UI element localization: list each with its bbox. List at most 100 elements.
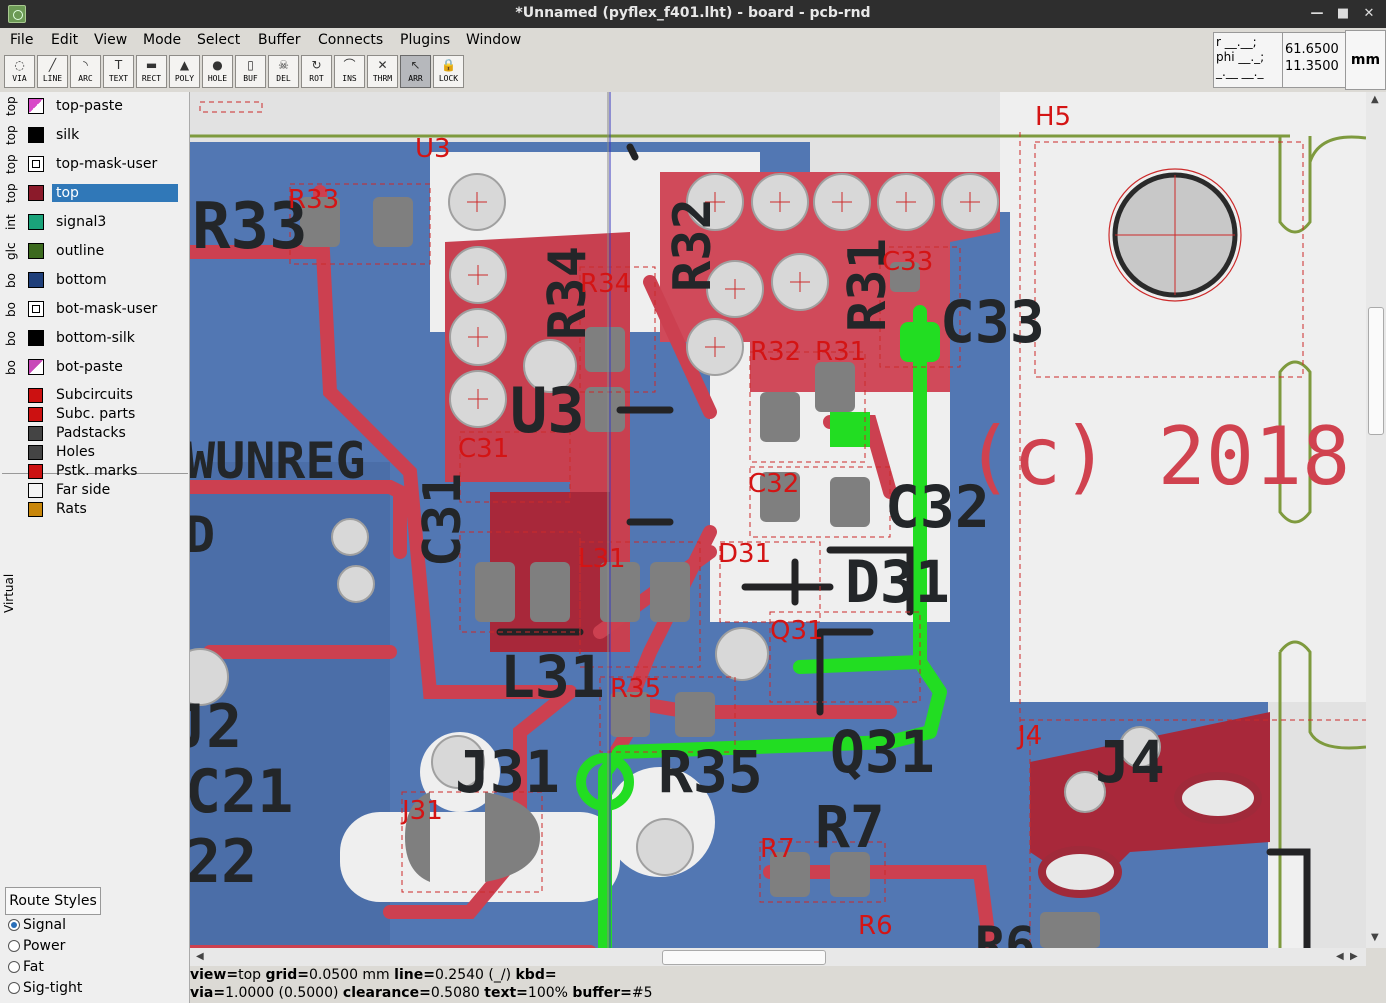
layer-row-bottom-silk[interactable]: bo bottom-silk	[0, 324, 189, 353]
layer-name[interactable]: top-paste	[52, 97, 178, 115]
menu-buffer[interactable]: Buffer	[258, 32, 301, 48]
layer-color-swatch[interactable]	[28, 214, 44, 230]
virtual-layer-subc-parts[interactable]: Subc. parts	[28, 405, 188, 424]
layer-row-bottom[interactable]: bo bottom	[0, 266, 189, 295]
tool-arr-button[interactable]: ↖ ARR	[400, 55, 431, 88]
virtual-layer-padstacks[interactable]: Padstacks	[28, 424, 188, 443]
layer-name[interactable]: bot-mask-user	[52, 300, 178, 318]
menu-edit[interactable]: Edit	[51, 32, 78, 48]
minimize-icon[interactable]: —	[1306, 3, 1328, 25]
scroll-down-icon[interactable]: ▼	[1371, 932, 1379, 943]
menu-view[interactable]: View	[94, 32, 127, 48]
horizontal-scroll-thumb[interactable]	[662, 950, 826, 965]
layer-color-swatch[interactable]	[28, 127, 44, 143]
radio-icon[interactable]	[8, 919, 20, 931]
layer-color-swatch[interactable]	[28, 426, 43, 441]
route-style-signal-radio[interactable]: Signal	[8, 915, 178, 935]
silk-label: D	[190, 506, 215, 564]
layer-color-swatch[interactable]	[28, 445, 43, 460]
virtual-layer-far-side[interactable]: Far side	[28, 481, 188, 500]
layer-group-label: top	[4, 125, 18, 146]
radio-icon[interactable]	[8, 940, 20, 952]
layer-name[interactable]: top	[52, 184, 178, 202]
board-canvas[interactable]: R33 R34 R32 R31 C33 U3 C31 C32 D31 Q31 L…	[190, 92, 1366, 948]
virtual-layer-subcircuits[interactable]: Subcircuits	[28, 386, 188, 405]
tool-rect-button[interactable]: ▬ RECT	[136, 55, 167, 88]
layer-row-bot-paste[interactable]: bo bot-paste	[0, 353, 189, 382]
tool-del-button[interactable]: ☠ DEL	[268, 55, 299, 88]
vertical-scroll-thumb[interactable]	[1368, 307, 1384, 435]
layer-name[interactable]: top-mask-user	[52, 155, 178, 173]
menu-file[interactable]: File	[10, 32, 33, 48]
layer-row-top[interactable]: top top	[0, 179, 189, 208]
layer-color-swatch[interactable]	[28, 243, 44, 259]
route-styles-button[interactable]: Route Styles	[5, 887, 101, 915]
virtual-layer-name: Pstk. marks	[56, 463, 138, 479]
radio-icon[interactable]	[8, 961, 20, 973]
tool-via-button[interactable]: ◌ VIA	[4, 55, 35, 88]
layer-row-outline[interactable]: glc outline	[0, 237, 189, 266]
layer-color-swatch[interactable]	[28, 502, 43, 517]
ref-label: J31	[400, 796, 443, 826]
layer-color-swatch[interactable]	[28, 483, 43, 498]
layer-name[interactable]: bot-paste	[52, 358, 178, 376]
layer-color-swatch[interactable]	[28, 301, 44, 317]
layer-color-swatch[interactable]	[28, 407, 43, 422]
tool-text-button[interactable]: T TEXT	[103, 55, 134, 88]
tool-thrm-button[interactable]: ✕ THRM	[367, 55, 398, 88]
layer-color-swatch[interactable]	[28, 272, 44, 288]
layer-row-signal3[interactable]: int signal3	[0, 208, 189, 237]
tool-buf-button[interactable]: ▯ BUF	[235, 55, 266, 88]
layer-row-bot-mask-user[interactable]: bo bot-mask-user	[0, 295, 189, 324]
layer-color-swatch[interactable]	[28, 464, 43, 479]
tool-poly-button[interactable]: ▲ POLY	[169, 55, 200, 88]
layer-name[interactable]: bottom-silk	[52, 329, 178, 347]
virtual-layer-holes[interactable]: Holes	[28, 443, 188, 462]
layer-color-swatch[interactable]	[28, 98, 44, 114]
layer-color-swatch[interactable]	[28, 156, 44, 172]
radio-icon[interactable]	[8, 982, 20, 994]
layer-row-top-mask-user[interactable]: top top-mask-user	[0, 150, 189, 179]
mode-toolbar: ◌ VIA ╱ LINE ◝ ARC T TEXT ▬ RECT ▲ POLY ● HOLE ▯ BUF ☠ DE…	[0, 52, 532, 92]
virtual-layer-pstk-marks[interactable]: Pstk. marks	[28, 462, 188, 481]
layer-color-swatch[interactable]	[28, 185, 44, 201]
layer-group-label: int	[4, 214, 18, 231]
route-style-sig-tight-radio[interactable]: Sig-tight	[8, 978, 178, 998]
scroll-up-icon[interactable]: ▲	[1371, 94, 1379, 105]
tool-rot-button[interactable]: ↻ ROT	[301, 55, 332, 88]
layer-name[interactable]: silk	[52, 126, 178, 144]
scroll-right-icon[interactable]: ▶	[1350, 951, 1358, 962]
maximize-icon[interactable]: ■	[1332, 3, 1354, 25]
tool-line-button[interactable]: ╱ LINE	[37, 55, 68, 88]
layer-name[interactable]: outline	[52, 242, 178, 260]
scroll-right-icon[interactable]: ◀	[1336, 951, 1344, 962]
layer-row-silk[interactable]: top silk	[0, 121, 189, 150]
menu-select[interactable]: Select	[197, 32, 240, 48]
route-style-power-radio[interactable]: Power	[8, 936, 178, 956]
menu-window[interactable]: Window	[466, 32, 521, 48]
vertical-scrollbar[interactable]: ▲ ▼	[1366, 92, 1386, 948]
tool-hole-button[interactable]: ● HOLE	[202, 55, 233, 88]
route-style-fat-radio[interactable]: Fat	[8, 957, 178, 977]
layer-color-swatch[interactable]	[28, 359, 44, 375]
tool-ins-button[interactable]: ⌒ INS	[334, 55, 365, 88]
menu-mode[interactable]: Mode	[143, 32, 181, 48]
tool-arc-button[interactable]: ◝ ARC	[70, 55, 101, 88]
layer-name[interactable]: bottom	[52, 271, 178, 289]
unit-toggle-button[interactable]: mm	[1345, 30, 1386, 90]
menu-connects[interactable]: Connects	[318, 32, 383, 48]
menu-plugins[interactable]: Plugins	[400, 32, 450, 48]
thermal-icon: ✕	[377, 58, 388, 72]
layer-row-top-paste[interactable]: top top-paste	[0, 92, 189, 121]
layer-color-swatch[interactable]	[28, 388, 43, 403]
tool-lock-button[interactable]: 🔒 LOCK	[433, 55, 464, 88]
pcb-drawing[interactable]: R33 R34 R32 R31 C33 U3 C31 C32 D31 Q31 L…	[190, 92, 1366, 948]
virtual-layer-rats[interactable]: Rats	[28, 500, 188, 519]
y-coordinate: 11.3500	[1285, 59, 1339, 74]
layer-name[interactable]: signal3	[52, 213, 178, 231]
layer-color-swatch[interactable]	[28, 330, 44, 346]
scroll-left-icon[interactable]: ◀	[196, 951, 204, 962]
horizontal-scrollbar[interactable]: ◀ ◀ ▶	[190, 948, 1366, 966]
delete-icon: ☠	[278, 58, 289, 72]
close-icon[interactable]: ✕	[1358, 3, 1380, 25]
